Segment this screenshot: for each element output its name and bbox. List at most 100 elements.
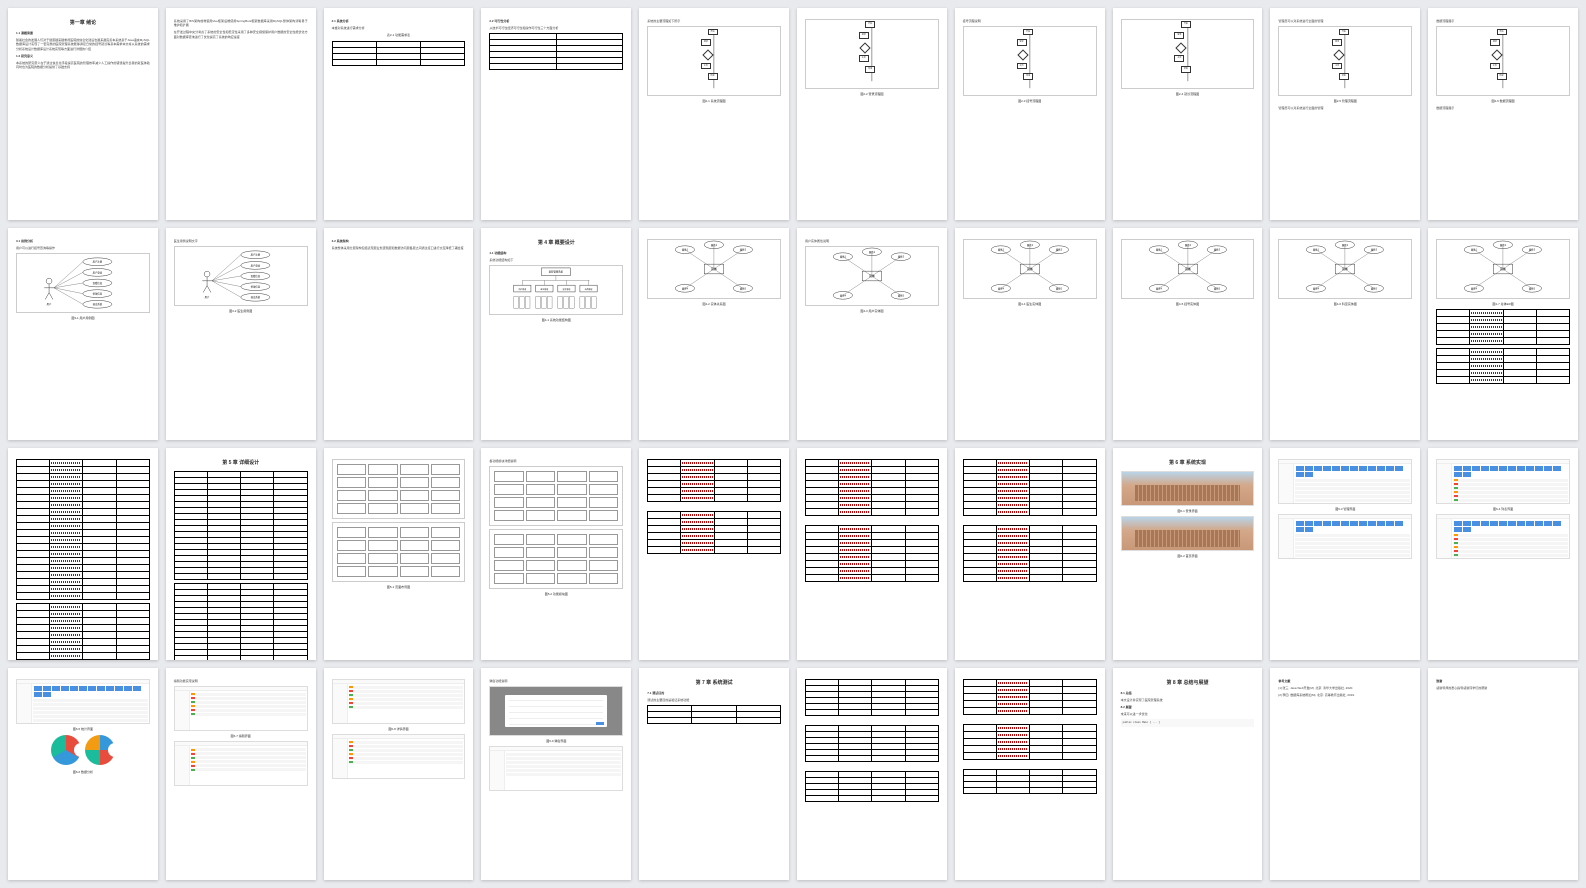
thumbnail-grid: 第一章 绪论1.1 课题背景随着社会的发展人们对于健康越来越重视医院的信息化建设… [0,0,1586,888]
page-thumbnail-40[interactable]: 致谢感谢导师的悉心指导感谢同学们的帮助 [1428,668,1578,880]
svg-text:修改信息: 修改信息 [93,292,103,296]
svg-text:属性2: 属性2 [1027,243,1034,247]
page-thumbnail-2[interactable]: 系统采用了B/S架构前端使用Vue框架后端使用SpringBoot框架数据库采用… [166,8,316,220]
page-thumbnail-7[interactable]: 挂号流程说明开始登录主页结束图2-3 挂号流程图 [955,8,1105,220]
page-thumbnail-25[interactable] [639,448,789,660]
page-thumbnail-4[interactable]: 2.2 可行性分析从技术可行性经济可行性和操作可行性三个方面分析 [481,8,631,220]
paragraph: 系统采用了B/S架构前端使用Vue框架后端使用SpringBoot框架数据库采用… [174,19,308,27]
svg-text:医院管理系统: 医院管理系统 [549,270,564,274]
page-thumbnail-32[interactable]: 编辑功能实现说明图6-7 编辑界面 [166,668,316,880]
page-thumbnail-26[interactable] [797,448,947,660]
paragraph: 医生用例说明文字 [174,239,308,243]
section-heading: 2.1 系统分析 [332,19,466,23]
svg-text:属性4: 属性4 [840,293,847,297]
page-title: 第 7 章 系统测试 [647,680,781,687]
svg-text:属性1: 属性1 [1471,248,1478,252]
page-title: 第 8 章 总结与展望 [1121,680,1255,687]
svg-text:修改信息: 修改信息 [250,285,260,289]
paragraph: 用户实体属性说明 [805,239,939,243]
section-heading: 参考文献 [1278,679,1412,683]
page-thumbnail-19[interactable]: 实体属性1属性2属性3属性4属性5图4-6 科室实体图 [1270,228,1420,440]
paragraph: 数据流程展示 [1436,19,1570,23]
paragraph: 管理员可以对系统进行全面的管理 [1278,19,1412,23]
svg-text:用户注册: 用户注册 [250,253,260,257]
figure-caption: 图2-6 数据流程图 [1436,99,1570,103]
page-thumbnail-21[interactable] [8,448,158,660]
page-thumbnail-17[interactable]: 实体属性1属性2属性3属性4属性5图4-4 医生实体图 [955,228,1105,440]
paragraph: 挂号流程说明 [963,19,1097,23]
page-title: 第 4 章 概要设计 [489,240,623,247]
svg-text:用户: 用户 [47,302,52,306]
page-thumbnail-13[interactable]: 3.2 系统架构系统整体采用分层架构包括表现层业务逻辑层和数据访问层各层之间通过… [324,228,474,440]
page-thumbnail-35[interactable]: 第 7 章 系统测试7.1 测试目的测试的主要目的是验证系统功能 [639,668,789,880]
figure-caption: 图4-6 科室实体图 [1278,302,1412,306]
section-heading: 2.2 可行性分析 [489,19,623,23]
svg-text:用户登录: 用户登录 [250,263,260,267]
paragraph: 未来可以进一步优化 [1121,712,1255,716]
svg-text:用户注册: 用户注册 [93,260,103,264]
page-thumbnail-33[interactable]: 图6-8 详情界面 [324,668,474,880]
page-thumbnail-34[interactable]: 弹窗功能说明图6-9 弹窗界面 [481,668,631,880]
svg-text:查看信息: 查看信息 [250,274,260,278]
page-thumbnail-23[interactable]: 图5-1 页面布局图 [324,448,474,660]
svg-text:用户: 用户 [204,295,209,299]
figure-caption: 图2-4 就诊流程图 [1121,92,1255,96]
paragraph: 系统的主要流程如下所示 [647,19,781,23]
donut-chart [85,735,115,765]
section-heading: 3.2 系统架构 [332,239,466,243]
page-thumbnail-3[interactable]: 2.1 系统分析本章对系统进行需求分析表2-1 功能需求表 [324,8,474,220]
section-heading: 1.2 研究意义 [16,54,150,58]
paragraph: 本文设计并实现了医院管理系统 [1121,698,1255,702]
page-thumbnail-22[interactable]: 第 5 章 详细设计 [166,448,316,660]
page-thumbnail-30[interactable]: 图6-4 列表界面 [1428,448,1578,660]
svg-text:退出系统: 退出系统 [93,302,103,306]
svg-text:用户登录: 用户登录 [93,271,103,275]
page-thumbnail-10[interactable]: 数据流程展示开始登录主页结束图2-6 数据流程图数据流程展示 [1428,8,1578,220]
page-thumbnail-38[interactable]: 第 8 章 总结与展望8.1 总结本文设计并实现了医院管理系统8.2 展望未来可… [1113,668,1263,880]
paragraph: 本系统的研究意义在于通过信息化手段提高医院的管理效率减少人工操作的错误提升患者的… [16,61,150,69]
figure-caption: 图2-1 系统流程图 [647,99,781,103]
page-thumbnail-11[interactable]: 3.1 用例分析用户可以进行挂号查询等操作用户用户注册用户登录查看信息修改信息退… [8,228,158,440]
page-thumbnail-12[interactable]: 医生用例说明文字用户 用户注册用户登录查看信息修改信息退出系统图3-2 医生用例图 [166,228,316,440]
page-thumbnail-9[interactable]: 管理员可以对系统进行全面的管理开始登录主页结束图2-5 管理流程图管理员可以对系… [1270,8,1420,220]
page-thumbnail-8[interactable]: 开始登录主页结束图2-4 就诊流程图 [1113,8,1263,220]
svg-text:查看信息: 查看信息 [93,281,103,285]
figure-caption: 图5-1 页面布局图 [332,585,466,589]
modal-screenshot [489,686,623,736]
paragraph: 各功能模块详细说明 [489,459,623,463]
login-screenshot [1121,471,1255,506]
page-thumbnail-6[interactable]: 开始登录主页结束图2-2 登录流程图 [797,8,947,220]
paragraph: 系统功能结构如下 [489,258,623,262]
page-thumbnail-37[interactable] [955,668,1105,880]
page-thumbnail-16[interactable]: 用户实体属性说明实体属性1属性2属性3属性4属性5图4-3 用户实体图 [797,228,947,440]
page-thumbnail-14[interactable]: 第 4 章 概要设计4.1 功能结构系统功能结构如下医院管理系统用户管理医生管理… [481,228,631,440]
page-thumbnail-31[interactable]: 图6-5 统计界面图6-6 数据分析 [8,668,158,880]
page-thumbnail-20[interactable]: 实体属性1属性2属性3属性4属性5图4-7 总体ER图 [1428,228,1578,440]
home-screenshot [1121,516,1255,551]
page-thumbnail-36[interactable] [797,668,947,880]
paragraph: [1] 张三. Java Web开发[M]. 北京: 清华大学出版社, 2020… [1278,686,1412,690]
page-thumbnail-1[interactable]: 第一章 绪论1.1 课题背景随着社会的发展人们对于健康越来越重视医院的信息化建设… [8,8,158,220]
figure-caption: 图6-2 首页界面 [1121,554,1255,558]
page-thumbnail-27[interactable] [955,448,1105,660]
page-thumbnail-18[interactable]: 实体属性1属性2属性3属性4属性5图4-5 挂号实体图 [1113,228,1263,440]
svg-text:属性4: 属性4 [998,286,1005,290]
page-title: 第 6 章 系统实现 [1121,460,1255,467]
figure-caption: 图3-2 医生用例图 [174,309,308,313]
page-thumbnail-28[interactable]: 第 6 章 系统实现图6-1 登录界面图6-2 首页界面 [1113,448,1263,660]
page-thumbnail-15[interactable]: 实体属性1属性2属性3属性4属性5图4-2 实体关系图 [639,228,789,440]
paragraph: 用户可以进行挂号查询等操作 [16,246,150,250]
page-thumbnail-29[interactable]: 图6-3 管理界面 [1270,448,1420,660]
donut-chart [51,735,81,765]
svg-text:退出系统: 退出系统 [250,295,260,299]
svg-text:属性1: 属性1 [682,248,689,252]
paragraph: 弹窗功能说明 [489,679,623,683]
page-thumbnail-5[interactable]: 系统的主要流程如下所示开始登录主页结束图2-1 系统流程图 [639,8,789,220]
page-thumbnail-24[interactable]: 各功能模块详细说明图5-2 功能模块图 [481,448,631,660]
svg-text:属性4: 属性4 [1313,286,1320,290]
paragraph: 本章对系统进行需求分析 [332,26,466,30]
svg-text:属性2: 属性2 [1184,243,1191,247]
page-thumbnail-39[interactable]: 参考文献 [1] 张三. Java Web开发[M]. 北京: 清华大学出版社, … [1270,668,1420,880]
svg-text:属性4: 属性4 [1155,286,1162,290]
figure-caption: 图2-3 挂号流程图 [963,99,1097,103]
